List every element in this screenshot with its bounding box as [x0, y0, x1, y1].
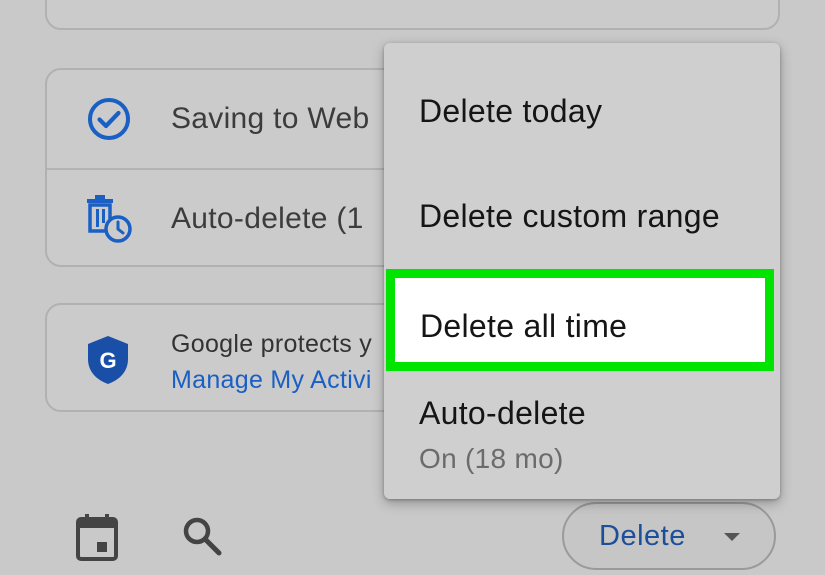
delete-button-label: Delete	[599, 519, 686, 552]
delete-options-menu: Delete today Delete custom range Delete …	[384, 43, 780, 499]
menu-item-delete-all-time[interactable]: Delete all time	[386, 269, 774, 371]
delete-button[interactable]: Delete	[562, 502, 776, 570]
saving-label: Saving to Web	[171, 102, 370, 135]
auto-delete-status: On (18 mo)	[419, 443, 564, 474]
check-circle-icon	[83, 93, 135, 145]
search-icon[interactable]	[180, 514, 224, 558]
protect-text: Google protects y	[171, 330, 373, 358]
saving-setting-row[interactable]: Saving to Web	[47, 70, 413, 170]
autodelete-setting-row[interactable]: Auto-delete (1	[47, 170, 413, 267]
google-shield-icon: G	[83, 333, 133, 387]
google-protects-card: G Google protects y Manage My Activi	[45, 303, 415, 412]
top-card	[45, 0, 780, 30]
menu-item-auto-delete[interactable]: Auto-delete On (18 mo)	[384, 393, 780, 493]
activity-settings-card: Saving to Web Auto-delete (1	[45, 68, 415, 267]
manage-activity-link[interactable]: Manage My Activi	[171, 362, 372, 398]
menu-item-label: Delete all time	[420, 308, 628, 344]
menu-item-label: Delete today	[419, 93, 603, 129]
menu-item-label: Auto-delete	[419, 395, 586, 431]
menu-item-label: Delete custom range	[419, 198, 720, 234]
calendar-icon[interactable]	[74, 512, 120, 562]
trash-clock-icon	[83, 193, 135, 245]
menu-item-delete-today[interactable]: Delete today	[384, 83, 780, 143]
svg-text:G: G	[99, 348, 116, 373]
menu-item-delete-custom-range[interactable]: Delete custom range	[384, 188, 780, 248]
autodelete-label: Auto-delete (1	[171, 201, 364, 235]
caret-down-icon	[724, 533, 740, 541]
